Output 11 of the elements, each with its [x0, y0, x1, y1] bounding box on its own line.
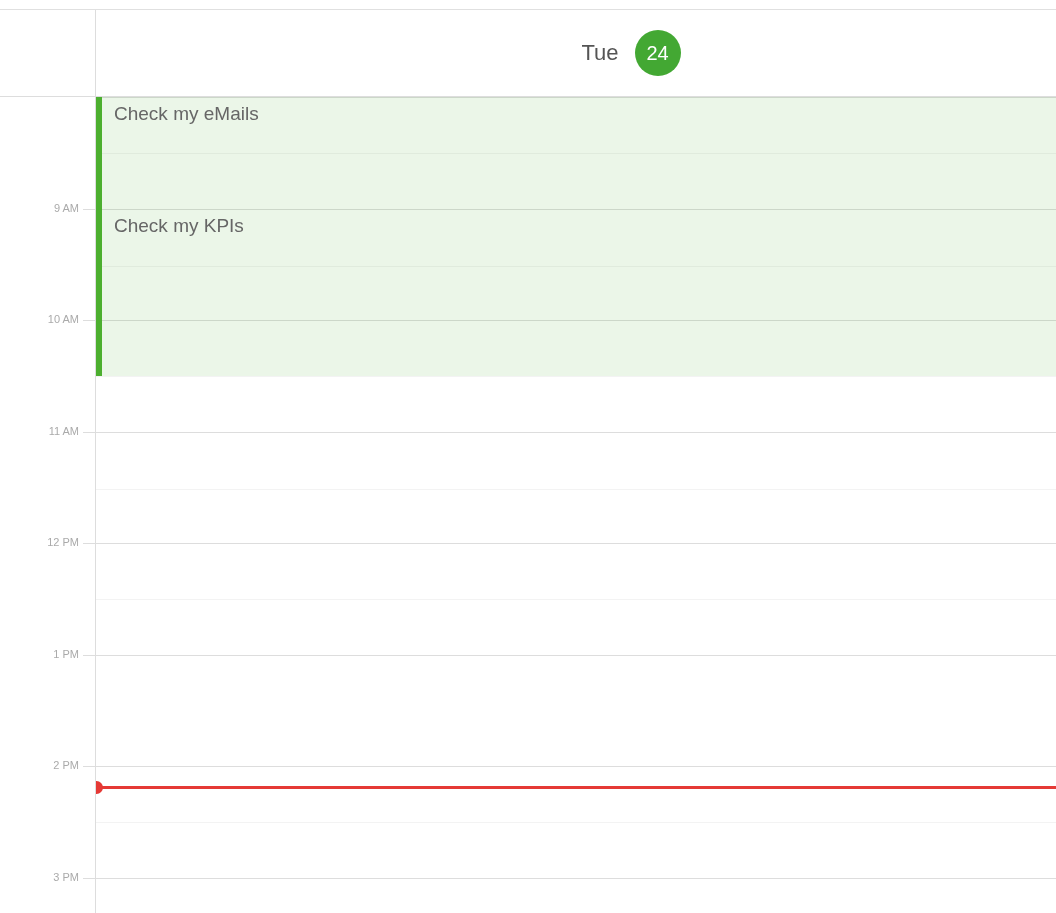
hour-label: 2 PM — [53, 759, 79, 771]
hour-label: 3 PM — [53, 870, 79, 883]
event-block[interactable]: Check my eMails — [96, 97, 1056, 209]
hour-label: 1 PM — [53, 647, 79, 660]
weekday-label: Tue — [581, 40, 619, 66]
hour-label: 10 AM — [47, 313, 79, 325]
date-badge: 24 — [634, 30, 681, 76]
event-block[interactable]: Check my KPIs — [96, 208, 1056, 376]
hour-label: 11 AM — [48, 424, 79, 437]
hour-label: 12 PM — [47, 536, 79, 548]
hour-label: 9 AM — [53, 201, 79, 214]
